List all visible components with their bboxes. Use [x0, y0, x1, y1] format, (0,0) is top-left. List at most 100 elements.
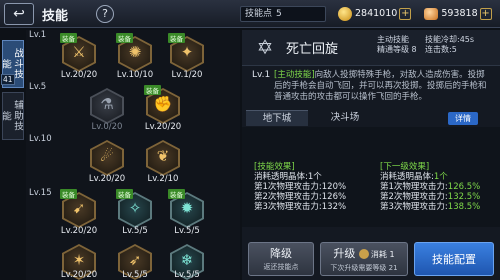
- effect-line: 第2次物理攻击力:126%: [254, 192, 347, 202]
- skill-points-box: 技能点 5: [240, 6, 326, 22]
- effect-label: 第3次物理攻击力:: [380, 202, 448, 212]
- dash-icon: ➶: [128, 251, 142, 269]
- downgrade-button[interactable]: 降级 返还技能点: [248, 242, 314, 276]
- action-bar: 降级 返还技能点 升级 消耗 1 下次升级需要等级 21 技能配置: [242, 238, 500, 280]
- skill-effects: [技能效果] 消耗透明晶体:1个 第1次物理攻击力:120% 第2次物理攻击力:…: [242, 127, 500, 227]
- equipped-tag: 装备: [144, 85, 161, 95]
- skill-node[interactable]: ☄: [90, 140, 124, 178]
- tab-dungeon[interactable]: 地下城: [246, 110, 308, 126]
- skill-level-text: Lv.20/20: [60, 226, 98, 236]
- back-arrow-icon[interactable]: ↩: [4, 3, 34, 25]
- mastery-value: 8: [411, 45, 417, 54]
- page-title: 技能: [42, 9, 69, 24]
- effect-line: 第1次物理攻击力:120%: [254, 182, 347, 192]
- flame-slash-icon: ☄: [100, 147, 114, 165]
- skill-config-button[interactable]: 技能配置: [414, 242, 494, 276]
- hit-label: 连击数: [425, 45, 449, 54]
- effect-label: 第2次物理攻击力:: [380, 192, 448, 202]
- skill-tree: Lv.1 Lv.5 Lv.10 Lv.15 ⚔ 装备 Lv.20/20 ✺ 装备…: [26, 30, 240, 280]
- skill-config-label: 技能配置: [432, 253, 476, 266]
- current-effects-title: [技能效果]: [254, 162, 295, 172]
- skill-node[interactable]: ✦ 装备: [168, 33, 204, 74]
- skill-level-text: Lv.5/5: [122, 270, 148, 280]
- skill-points-value: 5: [276, 9, 282, 19]
- upgrade-cost: 消耗 1: [370, 250, 395, 259]
- side-tabs: 战斗技能 辅助技能 41: [0, 30, 26, 280]
- upgrade-sub: 下次升级需要等级 21: [330, 264, 398, 272]
- skill-description-text: [主动技能]向敌人投掷特殊手枪，对敌人造成伤害。投掷后的手枪会自动飞回，并可以再…: [274, 70, 490, 103]
- next-effects-title: [下一级效果]: [380, 162, 430, 172]
- cooldown-value: 45s: [459, 35, 475, 44]
- skill-level-text: Lv.5/5: [174, 226, 200, 236]
- level-label: Lv.15: [29, 188, 52, 198]
- cooldown-label: 技能冷却: [425, 35, 457, 44]
- details-button[interactable]: 详情: [448, 112, 478, 125]
- skill-level-text: Lv.20/20: [88, 174, 126, 184]
- skill-point-icon: [358, 249, 369, 259]
- skill-level-text: Lv.10/10: [116, 70, 154, 80]
- wing-slash-icon: ❦: [156, 147, 170, 165]
- skill-node[interactable]: ✺ 装备: [116, 33, 152, 74]
- death-spin-star-icon: ✡: [256, 35, 274, 59]
- effect-line: 消耗透明晶体:1个: [254, 172, 322, 182]
- gold-coin-icon: [338, 6, 352, 21]
- skill-node[interactable]: ✊ 装备: [144, 85, 180, 126]
- equipped-tag: 装备: [116, 33, 133, 43]
- equipped-tag: 装备: [116, 189, 133, 199]
- effect-label: 消耗透明晶体:: [380, 172, 434, 182]
- current-effects: [技能效果] 消耗透明晶体:1个 第1次物理攻击力:120% 第2次物理攻击力:…: [254, 162, 374, 212]
- claw-strike-icon: ✺: [128, 43, 142, 61]
- skill-current-level: Lv.1: [252, 70, 271, 80]
- hit-value: 5: [451, 45, 457, 54]
- add-gold-icon[interactable]: +: [399, 7, 412, 20]
- skill-level-text: Lv.20/20: [60, 70, 98, 80]
- skill-level-text: Lv.5/5: [174, 270, 200, 280]
- upgrade-label: 升级: [333, 247, 356, 260]
- skill-node[interactable]: ➹ 装备: [60, 189, 96, 230]
- add-gem-icon[interactable]: +: [479, 7, 492, 20]
- effect-value: 1个: [433, 172, 448, 182]
- effect-label: 第1次物理攻击力:: [380, 182, 448, 192]
- desc-highlight: [主动技能]: [274, 70, 315, 80]
- shadow-strike-icon: ✶: [72, 251, 86, 269]
- help-icon[interactable]: ?: [96, 5, 114, 23]
- mode-tabs: 地下城 决斗场 详情: [242, 110, 500, 126]
- gem-icon: [424, 7, 439, 20]
- skill-node[interactable]: ⚔ 装备: [60, 33, 96, 74]
- downgrade-sub: 返还技能点: [263, 263, 299, 271]
- gold-value: 2841010: [355, 8, 398, 19]
- skill-points-label: 技能点: [245, 9, 273, 19]
- effect-value: 126.5%: [447, 182, 481, 192]
- gem-value: 593818: [441, 8, 478, 19]
- tab-support-skills[interactable]: 辅助技能: [0, 92, 24, 140]
- skill-level-text: Lv.20/20: [144, 122, 182, 132]
- combat-tab-badge: 41: [1, 74, 15, 85]
- mastery-label: 精通等级: [377, 45, 409, 54]
- skill-node[interactable]: ✹ 装备: [168, 189, 204, 230]
- level-label: Lv.10: [29, 134, 52, 144]
- tab-arena[interactable]: 决斗场: [314, 110, 376, 126]
- skill-level-text: Lv.5/5: [122, 226, 148, 236]
- effect-value: 132.5%: [447, 192, 481, 202]
- level-label: Lv.1: [29, 30, 47, 40]
- blade-burst-icon: ✦: [180, 43, 194, 61]
- gold-display: 2841010 + 593818 +: [338, 5, 492, 23]
- effect-value: 138.5%: [447, 202, 481, 212]
- equipped-tag: 装备: [60, 189, 77, 199]
- skill-node[interactable]: ✧ 装备: [116, 189, 152, 230]
- next-level-effects: [下一级效果] 消耗透明晶体:1个 第1次物理攻击力:126.5% 第2次物理攻…: [380, 162, 500, 212]
- skill-node[interactable]: ⚗: [90, 88, 124, 126]
- effect-line: 第3次物理攻击力:132%: [254, 202, 347, 212]
- sword-slash-icon: ⚔: [72, 43, 86, 61]
- downgrade-label: 降级: [270, 247, 292, 260]
- upgrade-button[interactable]: 升级 消耗 1 下次升级需要等级 21: [320, 242, 408, 276]
- potion-icon: ⚗: [100, 95, 114, 113]
- equipped-tag: 装备: [60, 33, 77, 43]
- skill-name: 死亡回旋: [286, 42, 339, 57]
- dagger-throw-icon: ➹: [72, 199, 86, 217]
- equipped-tag: 装备: [168, 33, 185, 43]
- fist-icon: ✊: [153, 95, 173, 113]
- skill-node[interactable]: ❦: [146, 140, 180, 178]
- spiral-icon: ✹: [180, 199, 194, 217]
- skill-level-text: Lv.20/20: [60, 270, 98, 280]
